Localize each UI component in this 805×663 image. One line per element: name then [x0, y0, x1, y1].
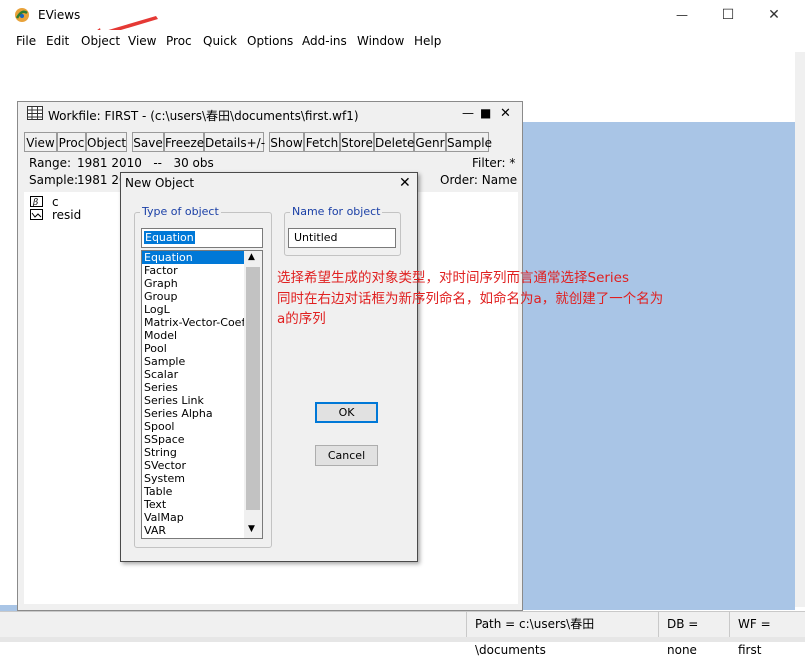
- maximize-icon: ☐: [721, 7, 735, 23]
- menu-quick[interactable]: Quick: [203, 34, 237, 48]
- type-list-item[interactable]: Text: [144, 498, 166, 511]
- range-value[interactable]: 1981 2010 -- 30 obs: [77, 156, 214, 170]
- menu-help[interactable]: Help: [414, 34, 441, 48]
- type-list-item[interactable]: Matrix-Vector-Coef: [144, 316, 245, 329]
- scroll-down-icon[interactable]: ▼: [248, 524, 255, 534]
- type-list-item[interactable]: Model: [144, 329, 177, 342]
- object-name-value: Untitled: [294, 231, 338, 244]
- type-list-item[interactable]: Equation: [144, 251, 193, 264]
- type-list-item[interactable]: Series Link: [144, 394, 204, 407]
- wf-sample-button[interactable]: Sample: [446, 132, 492, 152]
- scroll-up-icon[interactable]: ▲: [248, 252, 255, 262]
- wf-view-button[interactable]: View: [24, 132, 57, 152]
- type-list-item[interactable]: Series Alpha: [144, 407, 213, 420]
- name-for-object-label: Name for object: [290, 205, 383, 218]
- wf-proc-button[interactable]: Proc: [57, 132, 86, 152]
- menu-view[interactable]: View: [128, 34, 156, 48]
- annotation-line-1: 选择希望生成的对象类型，对时间序列而言通常选择Series: [277, 270, 630, 286]
- menu-object[interactable]: Object: [81, 34, 120, 48]
- app-title: EViews: [38, 8, 81, 22]
- desktop-area: [520, 122, 795, 610]
- type-list-item[interactable]: VAR: [144, 524, 166, 537]
- type-list-item[interactable]: Scalar: [144, 368, 178, 381]
- type-list-item[interactable]: Sample: [144, 355, 185, 368]
- series-icon: [30, 209, 43, 220]
- svg-text:β: β: [32, 198, 38, 207]
- workfile-minimize-button[interactable]: —: [462, 106, 474, 120]
- sample-label: Sample:: [29, 173, 79, 187]
- workfile-title: Workfile: FIRST - (c:\users\春田\documents…: [48, 109, 359, 123]
- type-list-scroll-thumb[interactable]: [246, 267, 260, 510]
- close-button[interactable]: ✕: [751, 0, 797, 30]
- coefficient-icon: β: [30, 196, 43, 207]
- menu-options[interactable]: Options: [247, 34, 293, 48]
- wf-show-button[interactable]: Show: [269, 132, 304, 152]
- maximize-button[interactable]: ☐: [705, 0, 751, 30]
- close-icon: ✕: [768, 7, 780, 23]
- type-list-item[interactable]: Group: [144, 290, 178, 303]
- status-path: Path = c:\users\春田\documents: [466, 611, 658, 657]
- annotation-line-3: a的序列: [277, 311, 326, 327]
- order-text[interactable]: Order: Name: [440, 173, 517, 187]
- wf-delete-button[interactable]: Delete: [374, 132, 414, 152]
- wf-genr-button[interactable]: Genr: [414, 132, 446, 152]
- type-list-item[interactable]: ValMap: [144, 511, 184, 524]
- type-input-value: Equation: [144, 231, 195, 244]
- minimize-icon: —: [676, 8, 688, 22]
- main-scrollbar[interactable]: [795, 52, 805, 607]
- status-wf: WF = first: [729, 611, 805, 657]
- type-of-object-label: Type of object: [140, 205, 221, 218]
- type-list-item[interactable]: SVector: [144, 459, 186, 472]
- bottom-edge: [0, 637, 805, 642]
- wf-freeze-button[interactable]: Freeze: [164, 132, 204, 152]
- workfile-icon: [27, 106, 43, 120]
- type-list-item[interactable]: LogL: [144, 303, 170, 316]
- eviews-logo-icon: [15, 8, 29, 22]
- type-list-item[interactable]: Pool: [144, 342, 167, 355]
- ok-button[interactable]: OK: [315, 402, 378, 423]
- menu-add-ins[interactable]: Add-ins: [302, 34, 347, 48]
- wf-save-button[interactable]: Save: [132, 132, 164, 152]
- range-label: Range:: [29, 156, 72, 170]
- filter-text[interactable]: Filter: *: [472, 156, 515, 170]
- wf-details-button[interactable]: Details+/-: [204, 132, 265, 152]
- menu-window[interactable]: Window: [357, 34, 404, 48]
- type-list-item[interactable]: Graph: [144, 277, 178, 290]
- type-list-item[interactable]: System: [144, 472, 185, 485]
- type-list-item[interactable]: Spool: [144, 420, 174, 433]
- cancel-button[interactable]: Cancel: [315, 445, 378, 466]
- wf-fetch-button[interactable]: Fetch: [304, 132, 340, 152]
- wf-object-button[interactable]: Object: [86, 132, 127, 152]
- minimize-button[interactable]: —: [659, 0, 705, 30]
- type-list-item[interactable]: Factor: [144, 264, 178, 277]
- type-list-item[interactable]: SSpace: [144, 433, 185, 446]
- object-item-resid[interactable]: resid: [52, 208, 81, 222]
- type-list-item[interactable]: String: [144, 446, 177, 459]
- type-list-item[interactable]: Table: [144, 485, 172, 498]
- menu-edit[interactable]: Edit: [46, 34, 69, 48]
- wf-store-button[interactable]: Store: [340, 132, 374, 152]
- status-db: DB = none: [658, 611, 729, 657]
- dialog-close-icon[interactable]: ✕: [399, 175, 411, 191]
- dialog-title: New Object: [125, 176, 195, 190]
- menu-proc[interactable]: Proc: [166, 34, 192, 48]
- type-list-item[interactable]: Series: [144, 381, 178, 394]
- menu-file[interactable]: File: [16, 34, 36, 48]
- workfile-close-button[interactable]: ✕: [500, 106, 511, 121]
- annotation-line-2: 同时在右边对话框为新序列命名，如命名为a，就创建了一个名为: [277, 291, 664, 307]
- object-item-c[interactable]: c: [52, 195, 59, 209]
- workfile-maximize-button[interactable]: ■: [480, 106, 491, 120]
